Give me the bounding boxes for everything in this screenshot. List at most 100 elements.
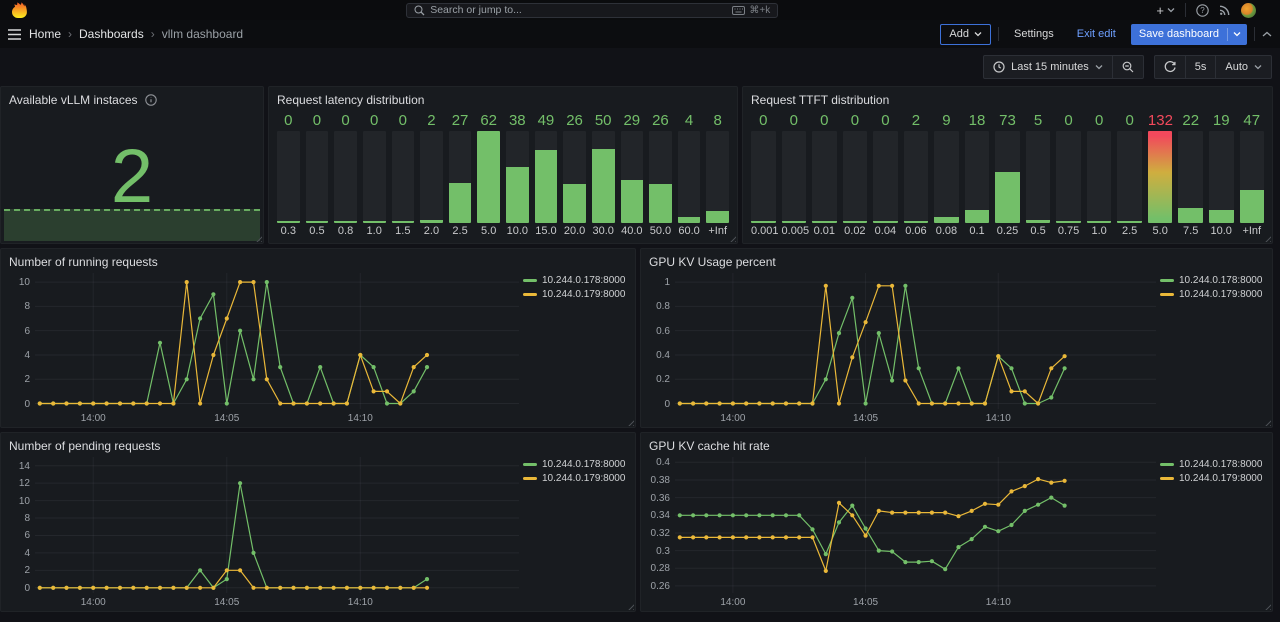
bar-column: 20.06	[904, 111, 929, 238]
bar-fill	[995, 172, 1020, 223]
legend-series-name: 10.244.0.178:8000	[1179, 459, 1262, 470]
help-icon[interactable]: ?	[1196, 4, 1209, 17]
y-tick-label: 14	[19, 461, 30, 472]
settings-label: Settings	[1014, 28, 1054, 40]
shortcut-label: ⌘+k	[749, 5, 770, 16]
legend-item[interactable]: 10.244.0.179:8000	[523, 473, 627, 484]
legend-series-name: 10.244.0.179:8000	[1179, 289, 1262, 300]
y-tick-label: 0.36	[651, 493, 670, 504]
bar-column: 90.08	[934, 111, 959, 238]
legend-item[interactable]: 10.244.0.179:8000	[523, 289, 627, 300]
legend-item[interactable]: 10.244.0.179:8000	[1160, 473, 1264, 484]
legend-series-color	[1160, 477, 1174, 480]
bar-track	[965, 131, 990, 223]
panel-title[interactable]: Number of pending requests	[9, 439, 160, 453]
panel-title[interactable]: Available vLLM instaces	[9, 93, 138, 107]
auto-label: Auto	[1225, 61, 1248, 73]
resize-handle[interactable]	[626, 602, 634, 610]
x-axis: 14:0014:0514:10	[675, 595, 1156, 609]
panel-title[interactable]: Request TTFT distribution	[751, 93, 889, 107]
x-tick-label: 14:00	[720, 597, 745, 608]
settings-button[interactable]: Settings	[1006, 24, 1062, 45]
panel-title[interactable]: GPU KV cache hit rate	[649, 439, 770, 453]
resize-handle[interactable]	[1263, 602, 1271, 610]
legend-item[interactable]: 10.244.0.179:8000	[1160, 289, 1264, 300]
panel-title[interactable]: GPU KV Usage percent	[649, 255, 776, 269]
resize-handle[interactable]	[1263, 418, 1271, 426]
bar-fill	[678, 217, 701, 223]
bar-track	[449, 131, 472, 223]
menu-icon[interactable]	[8, 29, 21, 40]
bar-value: 0	[843, 111, 868, 131]
bar-value: 132	[1148, 111, 1173, 131]
bar-track	[306, 131, 329, 223]
refresh-interval-label[interactable]: 5s	[1185, 56, 1216, 78]
panel-ttft-distribution: Request TTFT distribution 00.00100.00500…	[742, 86, 1273, 244]
bar-fill	[843, 221, 868, 223]
time-range-picker[interactable]: Last 15 minutes	[984, 56, 1112, 78]
bar-value: 50	[592, 111, 615, 131]
bar-column: 1910.0	[1209, 111, 1234, 238]
breadcrumb-dashboards[interactable]: Dashboards	[79, 27, 144, 41]
avatar[interactable]	[1241, 3, 1256, 18]
bar-track	[363, 131, 386, 223]
bar-value: 47	[1240, 111, 1265, 131]
add-button[interactable]: Add	[940, 24, 991, 45]
refresh-button[interactable]	[1155, 56, 1185, 78]
bar-track	[1178, 131, 1203, 223]
chevron-up-icon[interactable]	[1262, 31, 1272, 37]
y-tick-label: 0.2	[656, 374, 670, 385]
save-dashboard-button[interactable]: Save dashboard	[1131, 24, 1247, 45]
resize-handle[interactable]	[626, 418, 634, 426]
timeseries-chart: 0246810 14:0014:0514:10 10.244.0.178:800…	[9, 271, 627, 425]
breadcrumb-home[interactable]: Home	[29, 27, 61, 41]
panel-title[interactable]: Request latency distribution	[277, 93, 424, 107]
news-icon[interactable]	[1219, 4, 1231, 16]
bar-label: 0.25	[995, 223, 1020, 238]
bar-label: 10.0	[1209, 223, 1234, 238]
bar-label: 0.001	[751, 223, 776, 238]
legend-item[interactable]: 10.244.0.178:8000	[523, 459, 627, 470]
timeseries-chart: 0.260.280.30.320.340.360.380.4 14:0014:0…	[649, 455, 1264, 609]
search-input[interactable]: Search or jump to... ⌘+k	[406, 3, 778, 18]
bar-label: 50.0	[649, 223, 672, 238]
y-tick-label: 0.26	[651, 581, 670, 592]
bar-value: 22	[1178, 111, 1203, 131]
bar-fill	[306, 221, 329, 223]
y-tick-label: 2	[24, 565, 30, 576]
y-tick-label: 12	[19, 478, 30, 489]
bar-value: 4	[678, 111, 701, 131]
exit-edit-button[interactable]: Exit edit	[1069, 24, 1124, 45]
panel-title[interactable]: Number of running requests	[9, 255, 158, 269]
zoom-out-button[interactable]	[1112, 56, 1143, 78]
bar-track	[1209, 131, 1234, 223]
legend-series-color	[1160, 279, 1174, 282]
exit-edit-label: Exit edit	[1077, 28, 1116, 40]
bar-track	[1087, 131, 1112, 223]
grafana-logo-icon[interactable]	[10, 2, 28, 18]
nav-right: + ?	[1156, 3, 1270, 18]
breadcrumb-bar: Home › Dashboards › vllm dashboard Add S…	[0, 20, 1280, 48]
info-icon[interactable]	[145, 94, 157, 106]
chevron-down-icon	[974, 31, 982, 37]
y-tick-label: 2	[24, 374, 30, 385]
bar-column: 00.5	[306, 111, 329, 238]
bar-label: 2.5	[1117, 223, 1142, 238]
legend-item[interactable]: 10.244.0.178:8000	[1160, 275, 1264, 286]
legend-item[interactable]: 10.244.0.178:8000	[1160, 459, 1264, 470]
x-tick-label: 14:00	[81, 413, 106, 424]
panel-header: GPU KV cache hit rate	[641, 433, 1272, 455]
y-tick-label: 6	[24, 326, 30, 337]
legend-item[interactable]: 10.244.0.178:8000	[523, 275, 627, 286]
bar-value: 2	[904, 111, 929, 131]
legend-series-name: 10.244.0.178:8000	[542, 459, 625, 470]
new-menu-button[interactable]: +	[1156, 3, 1175, 18]
bar-value: 62	[477, 111, 500, 131]
legend-series-name: 10.244.0.179:8000	[542, 289, 625, 300]
bar-column: 47+Inf	[1240, 111, 1265, 238]
bar-label: 1.5	[392, 223, 415, 238]
bar-value: 0	[1117, 111, 1142, 131]
auto-refresh-picker[interactable]: Auto	[1215, 56, 1271, 78]
y-axis: 00.20.40.60.81	[649, 273, 673, 409]
chevron-down-icon	[1167, 7, 1175, 13]
